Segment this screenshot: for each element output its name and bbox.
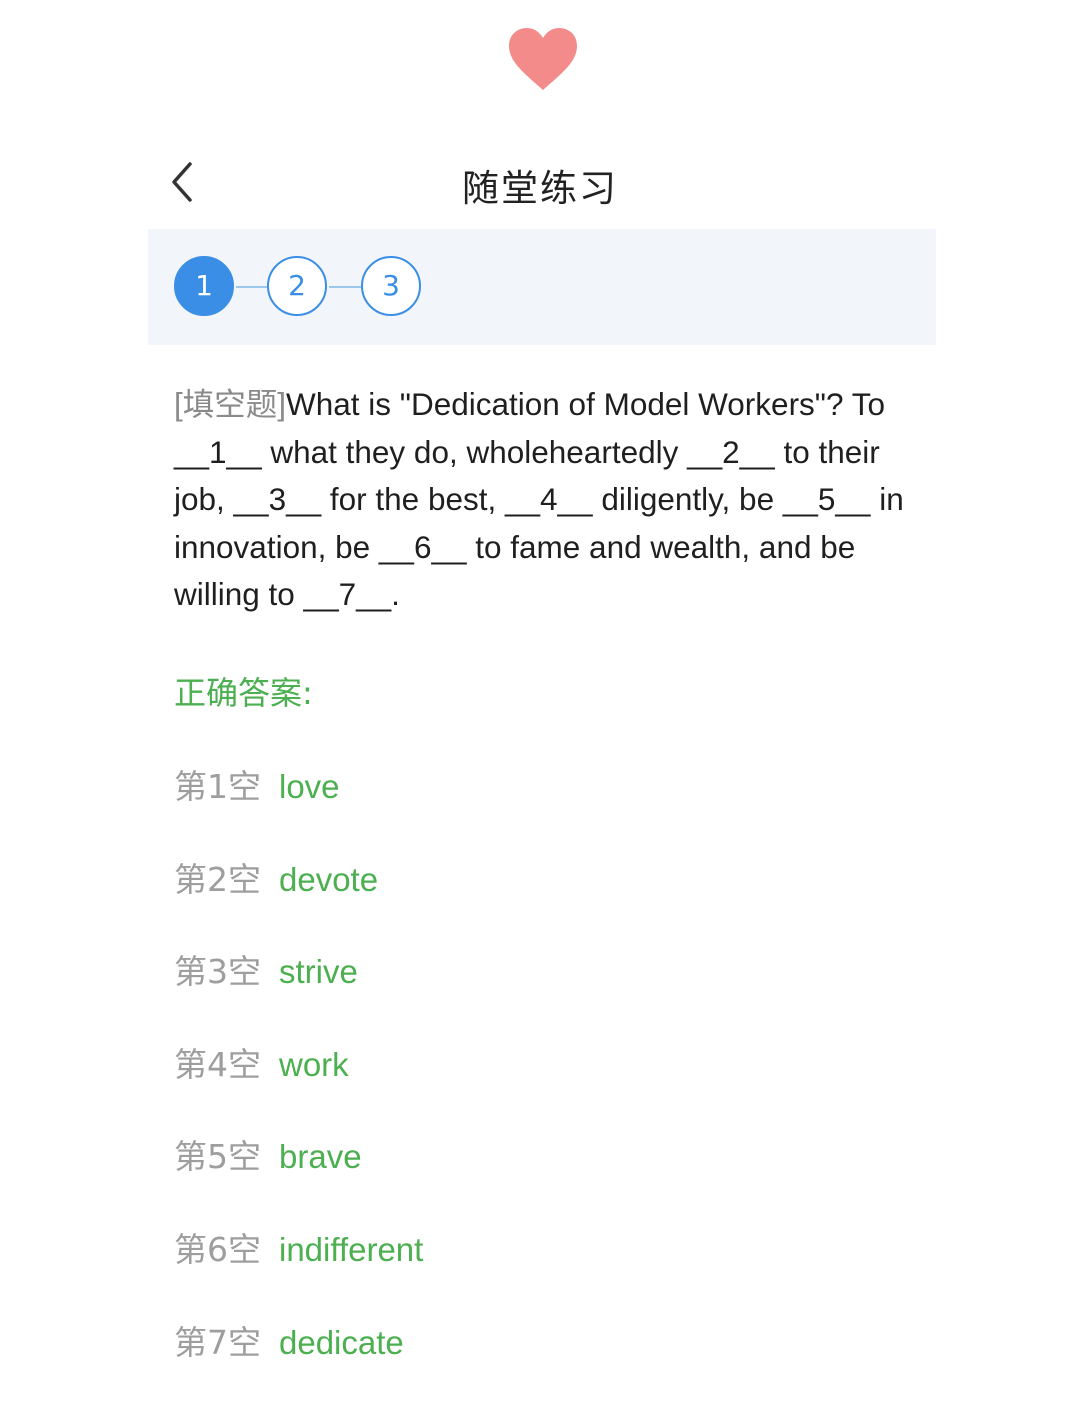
blank-answer: love (279, 768, 340, 805)
answer-item: 第3空 strive (174, 945, 423, 1038)
blank-answer: work (279, 1045, 349, 1083)
blank-label: 第2空 (174, 859, 261, 899)
step-1[interactable]: 1 (174, 256, 234, 316)
blank-answer: brave (279, 1138, 362, 1176)
answer-item: 第2空 devote (174, 853, 423, 946)
blank-answer: devote (279, 860, 379, 898)
step-connector (329, 286, 361, 288)
answer-item: 第4空 work (174, 1038, 423, 1131)
blank-label: 第3空 (174, 952, 261, 992)
question-text: [填空题]What is "Dedication of Model Worker… (174, 381, 934, 619)
answer-item: 第1空 love (174, 760, 423, 853)
step-3[interactable]: 3 (361, 256, 421, 316)
page-title: 随堂练习 (462, 167, 618, 210)
blank-label: 第4空 (174, 1044, 261, 1084)
blank-label: 第5空 (174, 1137, 261, 1177)
step-connector (236, 286, 268, 288)
answer-list: 第1空 love 第2空 devote 第3空 strive 第4空 work 第5空 b… (174, 760, 423, 1408)
heart-icon (505, 24, 581, 94)
blank-label: 第6空 (174, 1229, 261, 1269)
blank-answer: dedicate (279, 1323, 404, 1361)
blank-answer: indifferent (279, 1230, 424, 1268)
answer-item: 第6空 indifferent (174, 1223, 423, 1316)
answer-item: 第7空 dedicate (174, 1316, 423, 1408)
blank-label: 第1空 (174, 767, 261, 806)
question-type-label: [填空题] (174, 386, 287, 422)
answer-item: 第5空 brave (174, 1130, 423, 1223)
step-2[interactable]: 2 (267, 256, 327, 316)
blank-answer: strive (279, 953, 358, 991)
correct-answer-title: 正确答案: (174, 674, 313, 712)
blank-label: 第7空 (174, 1322, 261, 1362)
